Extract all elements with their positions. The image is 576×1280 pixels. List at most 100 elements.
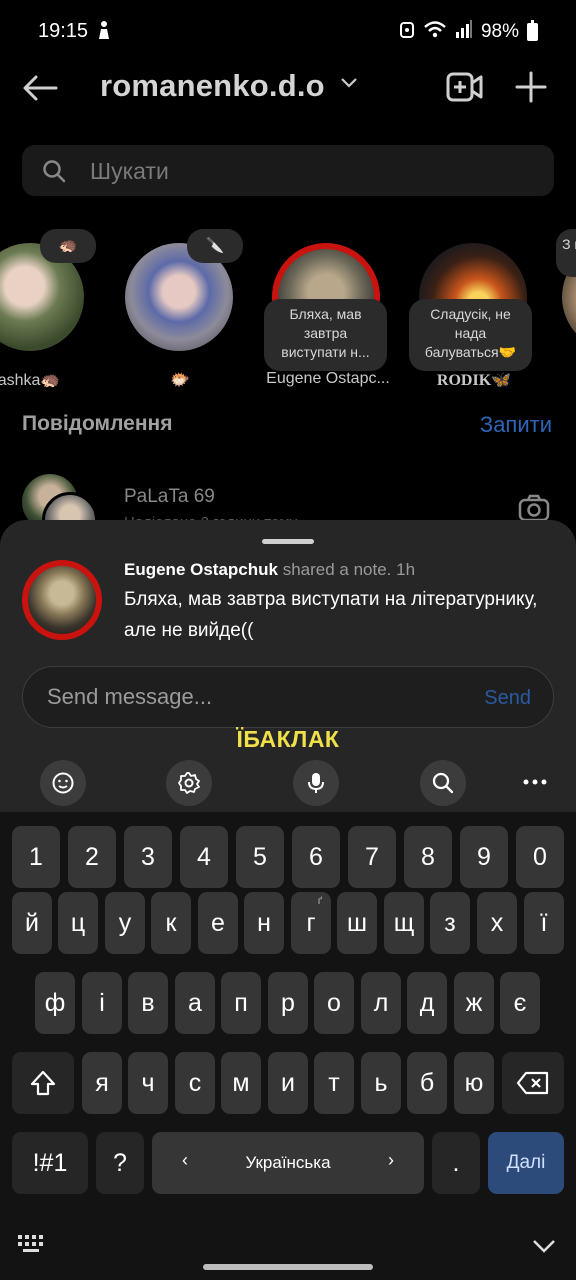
key-letter[interactable]: м (221, 1052, 261, 1114)
key-letter[interactable]: з (430, 892, 470, 954)
key-letter[interactable]: р (268, 972, 308, 1034)
key-letter[interactable]: с (175, 1052, 215, 1114)
key-0[interactable]: 0 (516, 826, 564, 888)
key-letter-g[interactable]: гґ (291, 892, 331, 954)
messages-title: Повідомлення (22, 412, 173, 435)
key-letter[interactable]: х (477, 892, 517, 954)
note-bubble: З на (556, 229, 576, 277)
key-letter[interactable]: а (175, 972, 215, 1034)
key-letter[interactable]: о (314, 972, 354, 1034)
key-letter[interactable]: ч (128, 1052, 168, 1114)
key-1[interactable]: 1 (12, 826, 60, 888)
key-letter[interactable]: н (244, 892, 284, 954)
note-item[interactable]: Сладусік, не нада балуваться🤝 RODIK🦋 (409, 215, 539, 395)
key-label: г (306, 908, 316, 937)
chevron-down-icon[interactable] (340, 76, 358, 94)
period-key[interactable]: . (432, 1132, 480, 1194)
key-letter[interactable]: е (198, 892, 238, 954)
keyboard-language: Українська (245, 1153, 331, 1172)
back-arrow-icon[interactable] (20, 72, 60, 104)
key-8[interactable]: 8 (404, 826, 452, 888)
note-bubble: Сладусік, не нада балуваться🤝 (409, 299, 532, 371)
key-letter[interactable]: ц (58, 892, 98, 954)
search-icon[interactable] (420, 760, 466, 806)
chevron-right-icon: › (388, 1150, 394, 1170)
chat-row[interactable]: PaLaTa 69 Надіслано 2 години тому (0, 468, 576, 548)
account-name[interactable]: romanenko.d.o (100, 68, 325, 104)
key-3[interactable]: 3 (124, 826, 172, 888)
battery-icon (527, 20, 538, 41)
note-item[interactable]: З на (552, 215, 576, 395)
key-7[interactable]: 7 (348, 826, 396, 888)
chat-name: PaLaTa 69 (124, 486, 215, 507)
spacebar[interactable]: ‹ Українська › (152, 1132, 424, 1194)
note-bubble: Бляха, мав завтра виступати н... (264, 299, 387, 371)
key-6[interactable]: 6 (292, 826, 340, 888)
message-input-placeholder: Send message... (47, 684, 213, 709)
avatar (22, 560, 102, 640)
new-video-chat-icon[interactable] (446, 70, 484, 109)
backspace-key[interactable] (502, 1052, 564, 1114)
key-letter[interactable]: ї (524, 892, 564, 954)
key-letter[interactable]: т (314, 1052, 354, 1114)
enter-key[interactable]: Далі (488, 1132, 564, 1194)
key-9[interactable]: 9 (460, 826, 508, 888)
search-placeholder: Шукати (90, 158, 169, 184)
key-2[interactable]: 2 (68, 826, 116, 888)
backspace-icon (516, 1071, 549, 1095)
battery-level: 98% (480, 21, 519, 42)
note-meta: shared a note. 1h (277, 560, 416, 579)
microphone-icon[interactable] (293, 760, 339, 806)
note-item[interactable]: Бляха, мав завтра виступати н... Eugene … (262, 215, 392, 395)
emoji-icon[interactable] (40, 760, 86, 806)
key-letter[interactable]: є (500, 972, 540, 1034)
key-letter[interactable]: і (82, 972, 122, 1034)
hide-keyboard-icon[interactable] (532, 1239, 556, 1258)
key-letter[interactable]: й (12, 892, 52, 954)
message-input[interactable]: Send message... Send (22, 666, 554, 728)
key-letter[interactable]: щ (384, 892, 424, 954)
shift-key[interactable] (12, 1052, 74, 1114)
key-hint: ґ (317, 896, 322, 907)
note-header: Eugene Ostapchuk shared a note. 1h (124, 560, 415, 580)
key-letter[interactable]: я (82, 1052, 122, 1114)
key-letter[interactable]: п (221, 972, 261, 1034)
note-label: 🐡 (170, 372, 190, 389)
key-letter[interactable]: ш (337, 892, 377, 954)
key-4[interactable]: 4 (180, 826, 228, 888)
key-letter[interactable]: д (407, 972, 447, 1034)
key-letter[interactable]: ю (454, 1052, 494, 1114)
key-letter[interactable]: к (151, 892, 191, 954)
key-letter[interactable]: ф (35, 972, 75, 1034)
requests-link[interactable]: Запити (480, 412, 552, 438)
key-letter[interactable]: ж (454, 972, 494, 1034)
home-indicator[interactable] (203, 1264, 373, 1270)
symbols-key[interactable]: !#1 (12, 1132, 88, 1194)
send-button[interactable]: Send (484, 687, 531, 710)
key-letter[interactable]: л (361, 972, 401, 1034)
gear-icon[interactable] (166, 760, 212, 806)
key-letter[interactable]: б (407, 1052, 447, 1114)
key-letter[interactable]: у (105, 892, 145, 954)
keyboard-toolbar (0, 752, 576, 812)
note-item[interactable]: 🦔 ashka🦔 (0, 215, 96, 395)
keyboard-suggestion[interactable]: ЇБАКЛАК (0, 726, 576, 753)
key-letter[interactable]: и (268, 1052, 308, 1114)
keyboard-switch-icon[interactable] (18, 1235, 48, 1258)
search-bar[interactable]: Шукати (22, 145, 554, 196)
keyboard: 1 2 3 4 5 6 7 8 9 0 й ц у к е н гґ ш щ з… (0, 812, 576, 1280)
key-5[interactable]: 5 (236, 826, 284, 888)
key-letter[interactable]: ь (361, 1052, 401, 1114)
note-bubble: 🔪 (187, 229, 243, 263)
more-options-icon[interactable] (512, 762, 558, 802)
wifi-icon (423, 20, 447, 44)
key-letter[interactable]: в (128, 972, 168, 1034)
note-item[interactable]: 🔪 🐡 (115, 215, 245, 395)
question-key[interactable]: ? (96, 1132, 144, 1194)
new-message-plus-icon[interactable] (514, 70, 548, 109)
notification-icon (96, 20, 112, 45)
shift-icon (30, 1070, 56, 1096)
alarm-icon (399, 20, 415, 44)
drag-handle[interactable] (262, 539, 314, 544)
notes-tray: 🦔 ashka🦔 🔪 🐡 Бляха, мав завтра виступати… (0, 215, 576, 400)
